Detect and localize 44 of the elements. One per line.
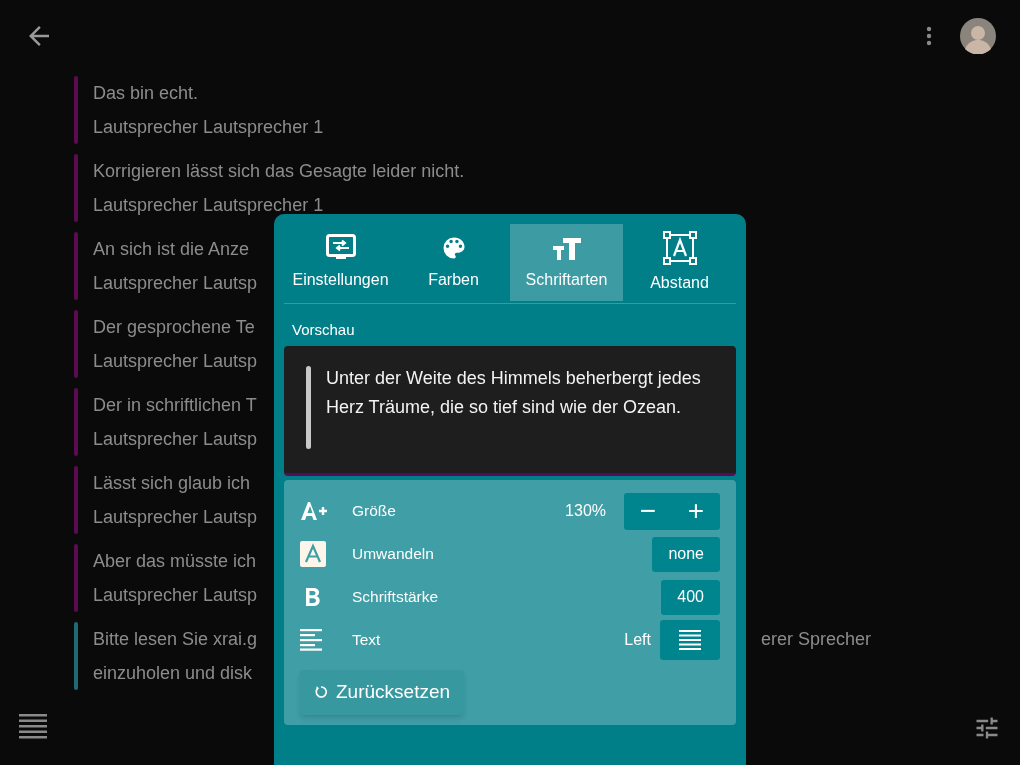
transcript-text: Das bin echt.	[93, 82, 200, 105]
avatar[interactable]	[960, 18, 996, 54]
preview-label: Vorschau	[291, 320, 356, 340]
tab[interactable]: Farben	[397, 224, 510, 301]
preview-text: Unter der Weite des Himmels beherbergt jedes Herz Träume, die so tief sind wie der Ozean.	[325, 366, 702, 419]
setting-label: Umwandeln	[351, 544, 434, 565]
letter-frame-icon	[662, 230, 697, 265]
monitor-icon	[325, 233, 356, 262]
plus-button[interactable]: +	[681, 497, 711, 525]
transcript-text: einzuholen und disk	[93, 662, 254, 685]
value-button[interactable]: none	[652, 536, 720, 572]
tab[interactable]: Einstellungen	[284, 224, 397, 301]
setting-label: Größe	[351, 501, 396, 522]
tab[interactable]: Schriftarten	[510, 224, 623, 301]
reset-button[interactable]: Zurücksetzen	[300, 669, 465, 715]
transcript-text: An sich ist die Anze	[93, 238, 251, 261]
letter-box-icon	[300, 541, 326, 567]
speaker-label: Lautsprecher Lautsp	[93, 350, 258, 373]
align-button[interactable]	[660, 620, 720, 660]
more-icon[interactable]	[926, 26, 932, 46]
list-icon[interactable]	[19, 713, 47, 741]
speaker-label: Lautsprecher Lautsprecher 1	[93, 194, 325, 217]
speaker-label: Lautsprecher Lautsp	[93, 272, 258, 295]
speaker-label: Lautsprecher Lautsp	[93, 584, 258, 607]
font-size-icon	[300, 501, 328, 521]
transcript-text: Bitte lesen Sie xrai.g	[93, 628, 258, 651]
setting-value: 130%	[565, 501, 606, 521]
speaker-label: Lautsprecher Lautsp	[93, 428, 258, 451]
speaker-label: Lautsprecher Lautsp	[93, 506, 258, 529]
speaker-label: Lautsprecher Lautsprecher 1	[93, 116, 324, 139]
transcript-text: Der gesprochene Te	[93, 316, 256, 339]
tab[interactable]: Abstand	[623, 224, 736, 301]
transcript-text: Der in schriftlichen T	[93, 394, 258, 417]
transcript-text: Lässt sich glaub ich	[93, 472, 252, 495]
reset-icon	[314, 685, 328, 699]
transcript-text: Aber das müsste ich	[93, 550, 258, 573]
value-button[interactable]: 400	[661, 579, 720, 615]
setting-value: Left	[624, 630, 651, 650]
transcript-text: Korrigieren lässt sich das Gesagte leider nicht.	[93, 160, 465, 183]
setting-label: Text	[351, 630, 381, 651]
justify-icon	[679, 630, 701, 650]
minus-button[interactable]: −	[633, 497, 663, 525]
transcript-text: erer Sprecher	[760, 628, 871, 651]
setting-label: Schriftstärke	[351, 587, 439, 608]
